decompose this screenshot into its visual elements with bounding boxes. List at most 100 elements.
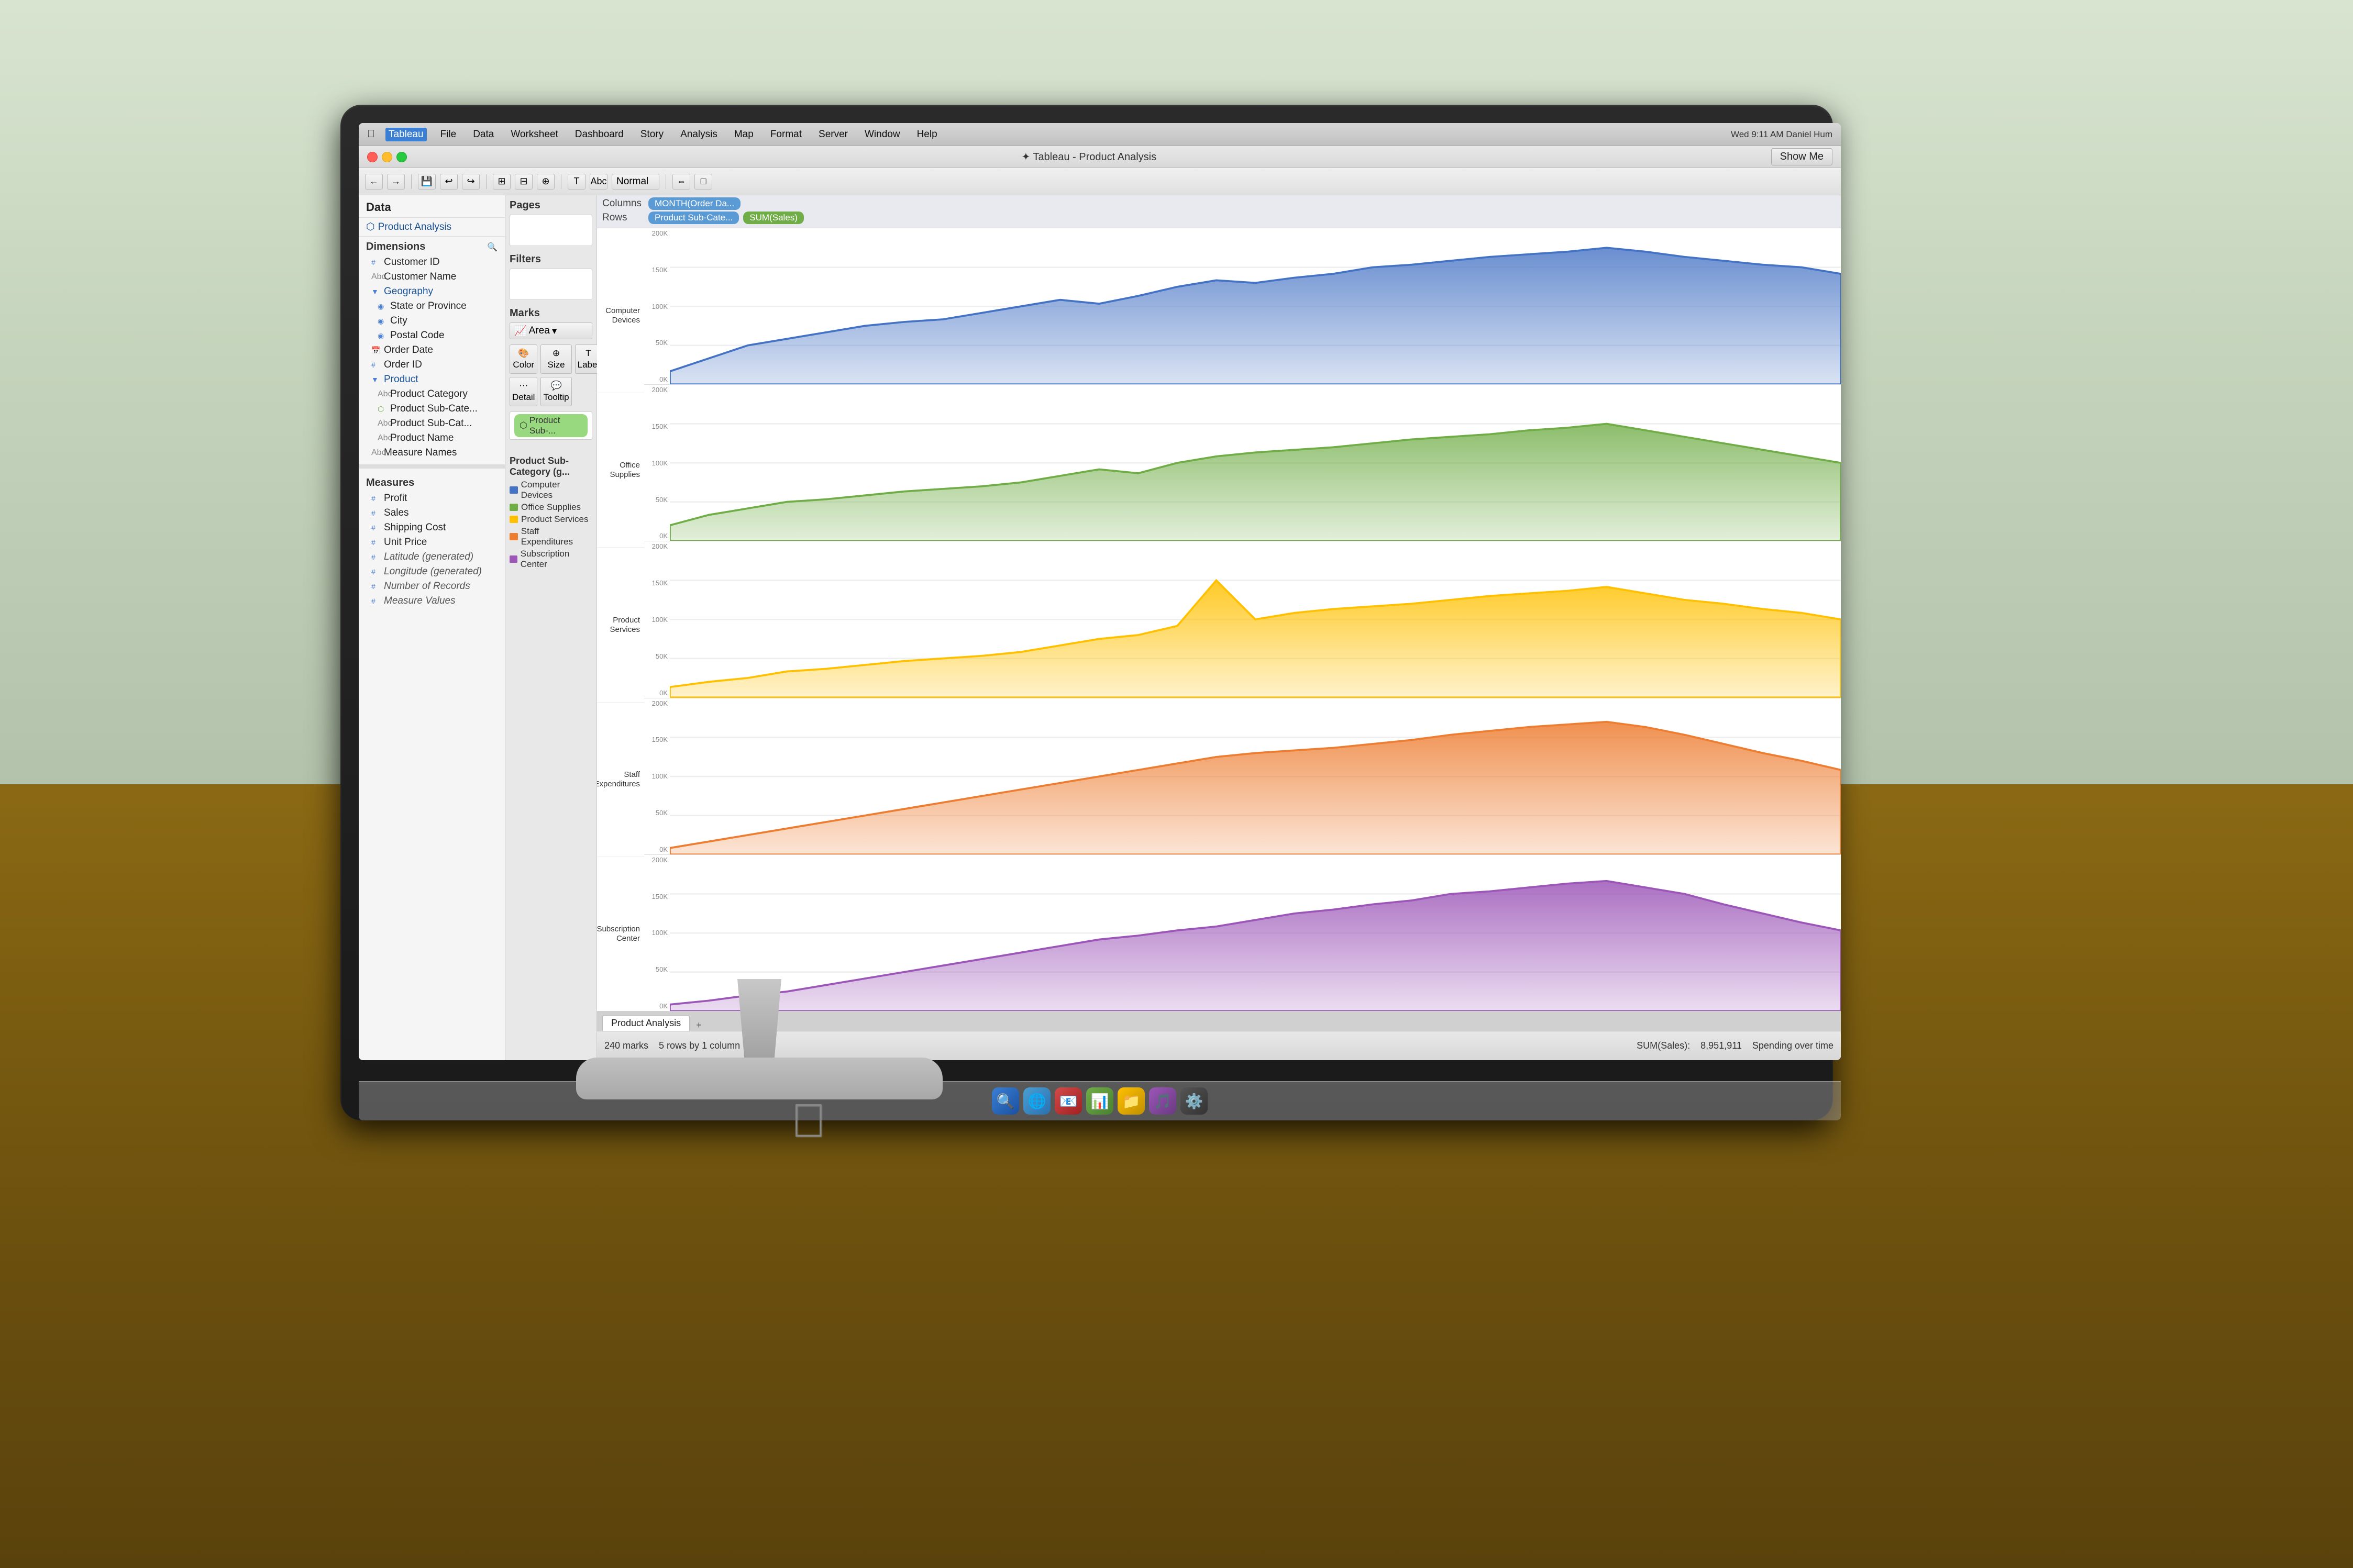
meas-profit[interactable]: # Profit <box>359 491 505 506</box>
minimize-button[interactable] <box>382 152 392 162</box>
meas-shipping[interactable]: # Shipping Cost <box>359 520 505 535</box>
rows-pill-1[interactable]: Product Sub-Cate... <box>648 212 739 224</box>
show-me-button[interactable]: Show Me <box>1771 148 1832 165</box>
sidebar-divider <box>359 464 505 469</box>
dock-app-5[interactable]: 📁 <box>1118 1087 1145 1115</box>
menu-server[interactable]: Server <box>815 128 851 141</box>
dock-finder[interactable]: 🔍 <box>992 1087 1019 1115</box>
y-label: 100K <box>644 929 668 937</box>
redo-button[interactable]: ↪ <box>462 174 480 190</box>
expand-icon: ▼ <box>371 287 381 296</box>
marks-type-row: 📈 Area ▾ <box>510 323 592 339</box>
columns-pill[interactable]: MONTH(Order Da... <box>648 197 741 210</box>
dim-label: City <box>390 315 407 327</box>
y-label: 0K <box>644 846 668 853</box>
y-label: 0K <box>644 532 668 540</box>
menu-tableau[interactable]: Tableau <box>385 128 427 141</box>
dim-city[interactable]: ◉ City <box>359 314 505 328</box>
y-axis-0: 200K 150K 100K 50K 0K <box>644 228 670 384</box>
hash-icon-m5: # <box>371 553 381 561</box>
datasource-item[interactable]: ⬡ Product Analysis <box>359 218 505 237</box>
dim-order-date[interactable]: 📅 Order Date <box>359 343 505 358</box>
meas-sales[interactable]: # Sales <box>359 506 505 520</box>
color-button[interactable]: 🎨 Color <box>510 344 537 374</box>
y-label: 100K <box>644 459 668 467</box>
row-label-4: SubscriptionCenter <box>597 857 644 1011</box>
pill-icon: ⬡ <box>520 420 527 431</box>
meas-latitude[interactable]: # Latitude (generated) <box>359 550 505 564</box>
legend-label-4: Subscription Center <box>521 549 592 570</box>
y-axis-2: 200K 150K 100K 50K 0K <box>644 541 670 697</box>
menu-map[interactable]: Map <box>731 128 757 141</box>
toolbar-btn-8[interactable]: □ <box>694 174 712 190</box>
meas-unit-price[interactable]: # Unit Price <box>359 535 505 550</box>
back-button[interactable]: ← <box>365 174 383 190</box>
size-button[interactable]: ⊕ Size <box>540 344 571 374</box>
dim-state[interactable]: ◉ State or Province <box>359 299 505 314</box>
meas-measure-values[interactable]: # Measure Values <box>359 594 505 608</box>
menu-worksheet[interactable]: Worksheet <box>507 128 561 141</box>
dim-product-subcate1[interactable]: ⬡ Product Sub-Cate... <box>359 402 505 416</box>
tab-product-analysis[interactable]: Product Analysis <box>602 1015 690 1031</box>
dock-app-6[interactable]: 🎵 <box>1149 1087 1176 1115</box>
dim-label: Order ID <box>384 359 422 371</box>
dock-app-3[interactable]: 📧 <box>1055 1087 1082 1115</box>
undo-button[interactable]: ↩ <box>440 174 458 190</box>
legend-color-0 <box>510 486 518 494</box>
save-button[interactable]: 💾 <box>418 174 436 190</box>
dim-geography[interactable]: ▼ Geography <box>359 284 505 299</box>
dim-product-name[interactable]: Abc Product Name <box>359 431 505 446</box>
marks-type-select[interactable]: 📈 Area ▾ <box>510 323 592 339</box>
toolbar-sep-2 <box>486 174 487 189</box>
meas-longitude[interactable]: # Longitude (generated) <box>359 564 505 579</box>
dim-product-category[interactable]: Abc Product Category <box>359 387 505 402</box>
dim-product-subcate2[interactable]: Abc Product Sub-Cat... <box>359 416 505 431</box>
maximize-button[interactable] <box>396 152 407 162</box>
abc-icon-5: Abc <box>371 448 381 458</box>
forward-button[interactable]: → <box>387 174 405 190</box>
menu-analysis[interactable]: Analysis <box>677 128 721 141</box>
chart-panels: 200K 150K 100K 50K 0K <box>644 228 1841 1011</box>
marks-count: 240 marks <box>604 1040 648 1051</box>
rows-pill-2[interactable]: SUM(Sales) <box>743 212 804 224</box>
normal-dropdown[interactable]: Normal <box>612 174 659 190</box>
product-sub-pill[interactable]: ⬡ Product Sub-... <box>514 414 588 437</box>
menu-story[interactable]: Story <box>637 128 667 141</box>
chart-panel-1: 200K 150K 100K 50K 0K <box>644 385 1841 541</box>
detail-button[interactable]: ⋯ Detail <box>510 377 537 406</box>
dock-app-4[interactable]: 📊 <box>1086 1087 1113 1115</box>
menu-format[interactable]: Format <box>767 128 805 141</box>
size-icon: ⊕ <box>553 348 560 359</box>
chart-panel-3: 200K 150K 100K 50K 0K <box>644 698 1841 855</box>
dock-app-7[interactable]: ⚙️ <box>1180 1087 1208 1115</box>
menu-dashboard[interactable]: Dashboard <box>572 128 627 141</box>
tooltip-button[interactable]: 💬 Tooltip <box>540 377 571 406</box>
dim-customer-id[interactable]: # Customer ID <box>359 255 505 270</box>
marks-field-product[interactable]: ⬡ Product Sub-... <box>510 412 592 440</box>
add-sheet-button[interactable]: + <box>696 1020 702 1031</box>
dim-postal[interactable]: ◉ Postal Code <box>359 328 505 343</box>
dim-customer-name[interactable]: Abc Customer Name <box>359 270 505 284</box>
legend-item-3: Staff Expenditures <box>510 526 592 547</box>
toolbar-btn-3[interactable]: ⊞ <box>493 174 511 190</box>
dim-product[interactable]: ▼ Product <box>359 372 505 387</box>
meas-num-records[interactable]: # Number of Records <box>359 579 505 594</box>
toolbar-btn-6[interactable]: T <box>568 174 586 190</box>
toolbar-btn-7[interactable]: Abc <box>590 174 607 190</box>
geo-icon-3: ◉ <box>378 331 387 340</box>
menu-data[interactable]: Data <box>470 128 497 141</box>
dimensions-search-icon[interactable]: 🔍 <box>487 242 498 252</box>
toolbar-btn-5[interactable]: ⊕ <box>537 174 555 190</box>
abc-icon-3: Abc <box>378 419 387 428</box>
dim-order-id[interactable]: # Order ID <box>359 358 505 372</box>
menu-window[interactable]: Window <box>861 128 903 141</box>
menu-help[interactable]: Help <box>914 128 941 141</box>
dim-measure-names[interactable]: Abc Measure Names <box>359 446 505 460</box>
sidebar-title: Data <box>359 195 505 218</box>
close-button[interactable] <box>367 152 378 162</box>
dock-app-2[interactable]: 🌐 <box>1023 1087 1051 1115</box>
fit-width-button[interactable]: ⇔ <box>672 174 690 190</box>
menu-file[interactable]: File <box>437 128 460 141</box>
toolbar-btn-4[interactable]: ⊟ <box>515 174 533 190</box>
size-label: Size <box>548 360 565 370</box>
